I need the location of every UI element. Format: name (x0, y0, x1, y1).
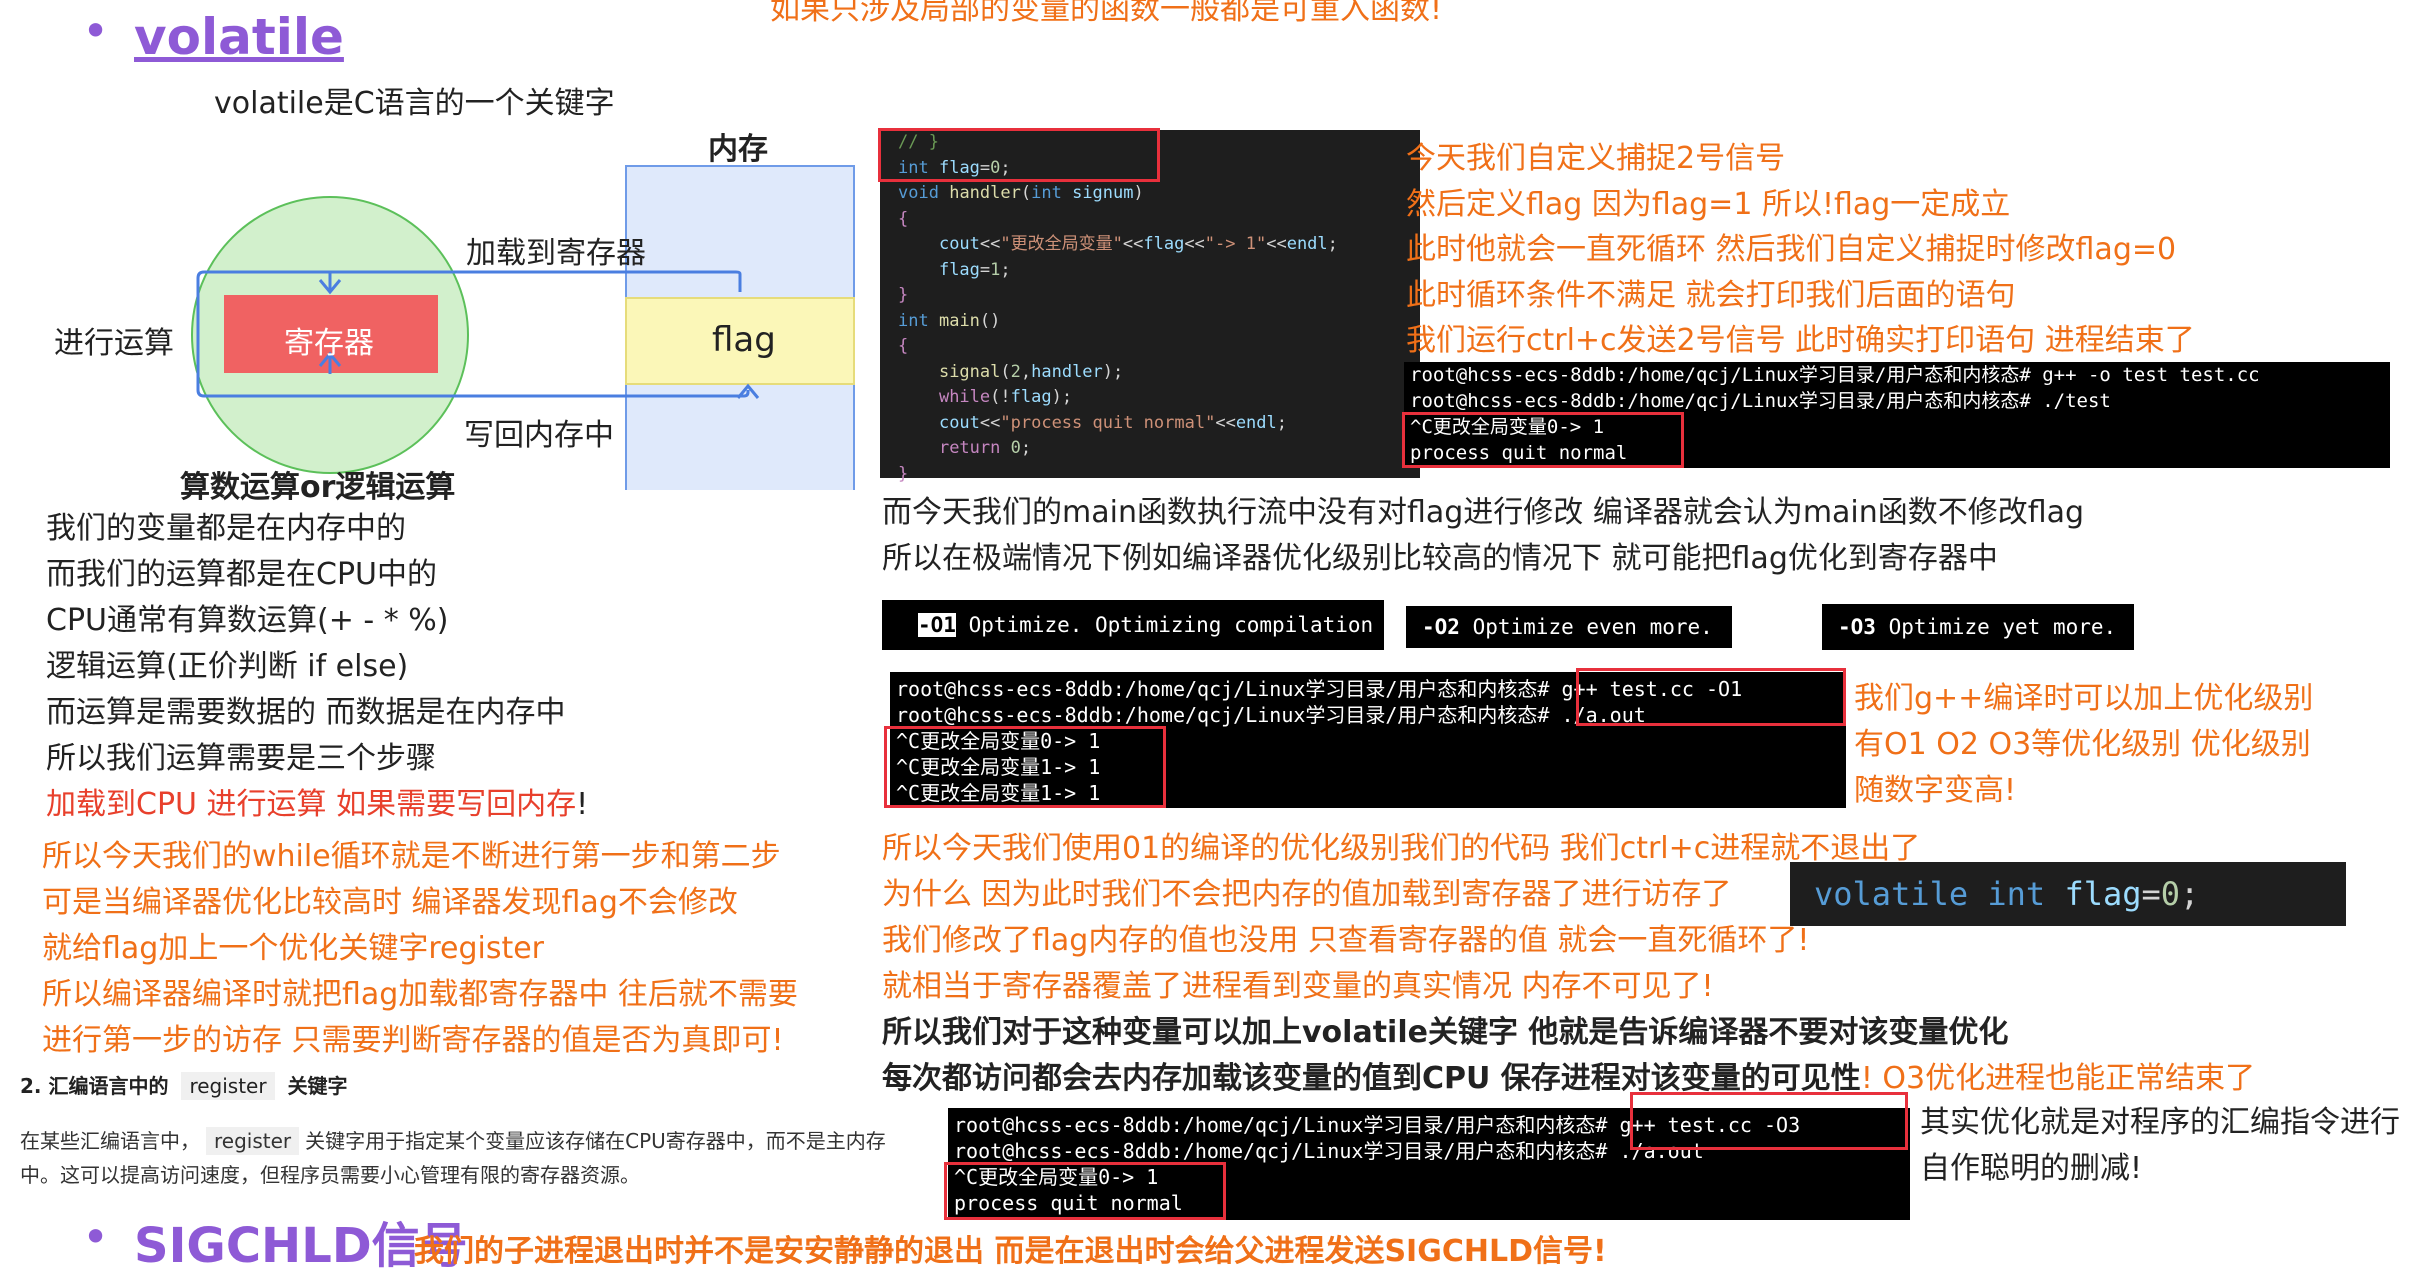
o3-output-highlight (944, 1162, 1226, 1220)
heading-bullet: • (82, 4, 110, 58)
final-note: 其实优化就是对程序的汇编指令进行 自作聪明的删减! (1920, 1100, 2400, 1192)
bold-line: 所以我们对于这种变量可以加上volatile关键字 他就是告诉编译器不要对该变量… (882, 1015, 2009, 1050)
left-orange-notes: 所以今天我们的while循环就是不断进行第一步和第二步 可是当编译器优化比较高时… (42, 834, 798, 1064)
code-line: } (898, 463, 909, 484)
register-label: 寄存器 (284, 326, 374, 361)
right-note-line: 我们运行ctrl+c发送2号信号 此时确实打印语句 进程结束了 (1406, 323, 2195, 358)
o1-text: Optimize. Optimizing compilation (968, 613, 1374, 637)
asm-heading-code: register (181, 1072, 275, 1100)
opt-note-line: 我们g++编译时可以加上优化级别 (1854, 681, 2314, 716)
opt-note: 我们g++编译时可以加上优化级别 有O1 O2 O3等优化级别 优化级别 随数字… (1854, 676, 2313, 814)
code-line: int main() (898, 310, 1001, 331)
right-orange-notes: 今天我们自定义捕捉2号信号 然后定义flag 因为flag=1 所以!flag一… (1406, 136, 2195, 364)
bold-line: 每次都访问都会去内存加载该变量的值到CPU 保存进程对该变量的可见性 (882, 1061, 1861, 1096)
code-line: while(!flag); (938, 387, 1073, 407)
code-line: return 0; (938, 438, 1032, 458)
opt-note-line: 有O1 O2 O3等优化级别 优化级别 (1854, 727, 2311, 762)
snippet-eq: = (2141, 875, 2161, 913)
asm-para-code: register (206, 1127, 300, 1155)
snippet-num: 0 (2160, 875, 2181, 913)
code-editor: // } int flag=0; void handler(int signum… (880, 130, 1420, 484)
sigchld-text: 我们的子进程退出时并不是安安静静的退出 而是在退出时会给父进程发送SIGCHLD… (414, 1234, 1607, 1269)
code-line: signal(2,handler); (938, 361, 1124, 382)
snippet-kw1: volatile (1814, 875, 1969, 913)
o2-text: Optimize even more. (1472, 615, 1713, 639)
memory-label: 内存 (708, 132, 768, 167)
right-note-line: 此时他就会一直死循环 然后我们自定义捕捉时修改flag=0 (1406, 232, 2177, 267)
o3-flag: -O3 (1838, 615, 1876, 639)
o1-option: -O1 Optimize. Optimizing compilation (882, 600, 1384, 650)
right-note-line: 然后定义flag 因为flag=1 所以!flag一定成立 (1406, 186, 2011, 222)
code-line: } (898, 285, 909, 305)
right-note-line: 此时循环条件不满足 就会打印我们后面的语句 (1406, 277, 2016, 313)
volatile-conclusion: 所以我们对于这种变量可以加上volatile关键字 他就是告诉编译器不要对该变量… (882, 1010, 2255, 1102)
o1-flag: -O1 (918, 613, 956, 637)
orange-line: 可是当编译器优化比较高时 编译器发现flag不会修改 (42, 885, 738, 920)
snippet-kw2: int (1987, 875, 2046, 913)
code-line: { (898, 208, 909, 229)
left-line: 所以我们运算需要是三个步骤 (46, 741, 436, 776)
bottom-bullet: • (82, 1210, 110, 1264)
explain-line: 为什么 因为此时我们不会把内存的值加载到寄存器了进行访存了 (882, 877, 1732, 912)
final-note-line: 其实优化就是对程序的汇编指令进行 (1920, 1105, 2400, 1140)
asm-heading-end: 关键字 (287, 1074, 348, 1098)
mid-explanation: 而今天我们的main函数执行流中没有对flag进行修改 编译器就会认为main函… (882, 490, 2084, 582)
explain-notes: 所以今天我们使用01的编译的优化级别我们的代码 我们ctrl+c进程就不退出了 … (882, 826, 1920, 1010)
left-explanation: 我们的变量都是在内存中的 而我们的运算都是在CPU中的 CPU通常有算数运算(+… (46, 506, 588, 828)
term1-output-highlight (1402, 412, 1684, 468)
o1-command-highlight (1576, 668, 1846, 726)
heading-title[interactable]: volatile (134, 8, 344, 66)
top-cut-text: 如果只涉及局部的变量的函数一般都是可重入函数! (770, 0, 1443, 27)
opt-note-line: 随数字变高! (1854, 773, 2017, 808)
o2-option: -O2 Optimize even more. (1406, 606, 1732, 648)
code-line: flag=1; (938, 259, 1011, 280)
code-line: cout<<"process quit normal"<<endl; (938, 412, 1288, 433)
left-red-text: 加载到CPU 进行运算 如果需要写回内存 (46, 787, 577, 822)
asm-para-b: 关键字用于指定某个变量应该存储在CPU寄存器中，而不是主内存 (305, 1129, 886, 1153)
o3-command-highlight (1630, 1092, 1908, 1150)
explain-line: 我们修改了flag内存的值也没用 只查看寄存器的值 就会一直死循环了! (882, 923, 1810, 958)
left-line: 我们的变量都是在内存中的 (46, 511, 406, 546)
asm-heading-num: 2. 汇编语言中的 (20, 1074, 169, 1098)
o2-flag: -O2 (1422, 615, 1460, 639)
left-red-suffix: ! (576, 787, 589, 822)
o3-option: -O3 Optimize yet more. (1822, 604, 2134, 650)
terminal-line: root@hcss-ecs-8ddb:/home/qcj/Linux学习目录/用… (1410, 364, 2260, 386)
writeback-label: 写回内存中 (464, 418, 614, 453)
snippet-var: flag (2064, 875, 2142, 913)
right-note-line: 今天我们自定义捕捉2号信号 (1406, 141, 1786, 176)
asm-heading: 2. 汇编语言中的 register 关键字 (20, 1070, 348, 1100)
left-red-line: 加载到CPU 进行运算 如果需要写回内存! (46, 782, 588, 828)
o3-note: ! O3优化进程也能正常结束了 (1860, 1061, 2256, 1096)
code-line: { (898, 336, 909, 356)
mid-line: 而今天我们的main函数执行流中没有对flag进行修改 编译器就会认为main函… (882, 495, 2085, 530)
terminal-line: root@hcss-ecs-8ddb:/home/qcj/Linux学习目录/用… (1410, 390, 2111, 412)
asm-para-a: 在某些汇编语言中， (20, 1129, 200, 1153)
left-line: CPU通常有算数运算(+ - * %) (46, 603, 449, 638)
code-line: cout<<"更改全局变量"<<flag<<"-> 1"<<endl; (938, 234, 1338, 254)
mid-line: 所以在极端情况下例如编译器优化级别比较高的情况下 就可能把flag优化到寄存器中 (882, 541, 1998, 576)
load-label: 加载到寄存器 (466, 236, 646, 271)
snippet-semi: ; (2180, 875, 2200, 913)
asm-para-c: 中。这可以提高访问速度，但程序员需要小心管理有限的寄存器资源。 (20, 1163, 640, 1187)
explain-line: 就相当于寄存器覆盖了进程看到变量的真实情况 内存不可见了! (882, 969, 1714, 1004)
o3-text: Optimize yet more. (1888, 615, 2117, 639)
left-line: 而我们的运算都是在CPU中的 (46, 557, 437, 592)
code-line: void handler(int signum) (898, 183, 1144, 203)
volatile-snippet: volatile int flag=0; (1790, 862, 2346, 926)
left-line: 逻辑运算(正价判断 if else) (46, 649, 409, 684)
asm-paragraph: 在某些汇编语言中， register 关键字用于指定某个变量应该存储在CPU寄存器中… (20, 1124, 886, 1192)
final-note-line: 自作聪明的删减! (1920, 1151, 2143, 1186)
orange-line: 所以编译器编译时就把flag加载都寄存器中 往后就不需要 (42, 977, 798, 1012)
compute-label: 进行运算 (54, 326, 174, 361)
left-line: 而运算是需要数据的 而数据是在内存中 (46, 695, 566, 730)
flag-label: flag (712, 320, 776, 360)
orange-line: 就给flag加上一个优化关键字register (42, 931, 545, 966)
orange-line: 所以今天我们的while循环就是不断进行第一步和第二步 (42, 839, 781, 874)
o1-output-highlight (884, 726, 1166, 808)
diagram-caption: 算数运算or逻辑运算 (180, 470, 456, 505)
orange-line: 进行第一步的访存 只需要判断寄存器的值是否为真即可! (42, 1023, 784, 1058)
explain-line: 所以今天我们使用01的编译的优化级别我们的代码 我们ctrl+c进程就不退出了 (882, 831, 1921, 866)
flag-decl-highlight (878, 128, 1160, 182)
